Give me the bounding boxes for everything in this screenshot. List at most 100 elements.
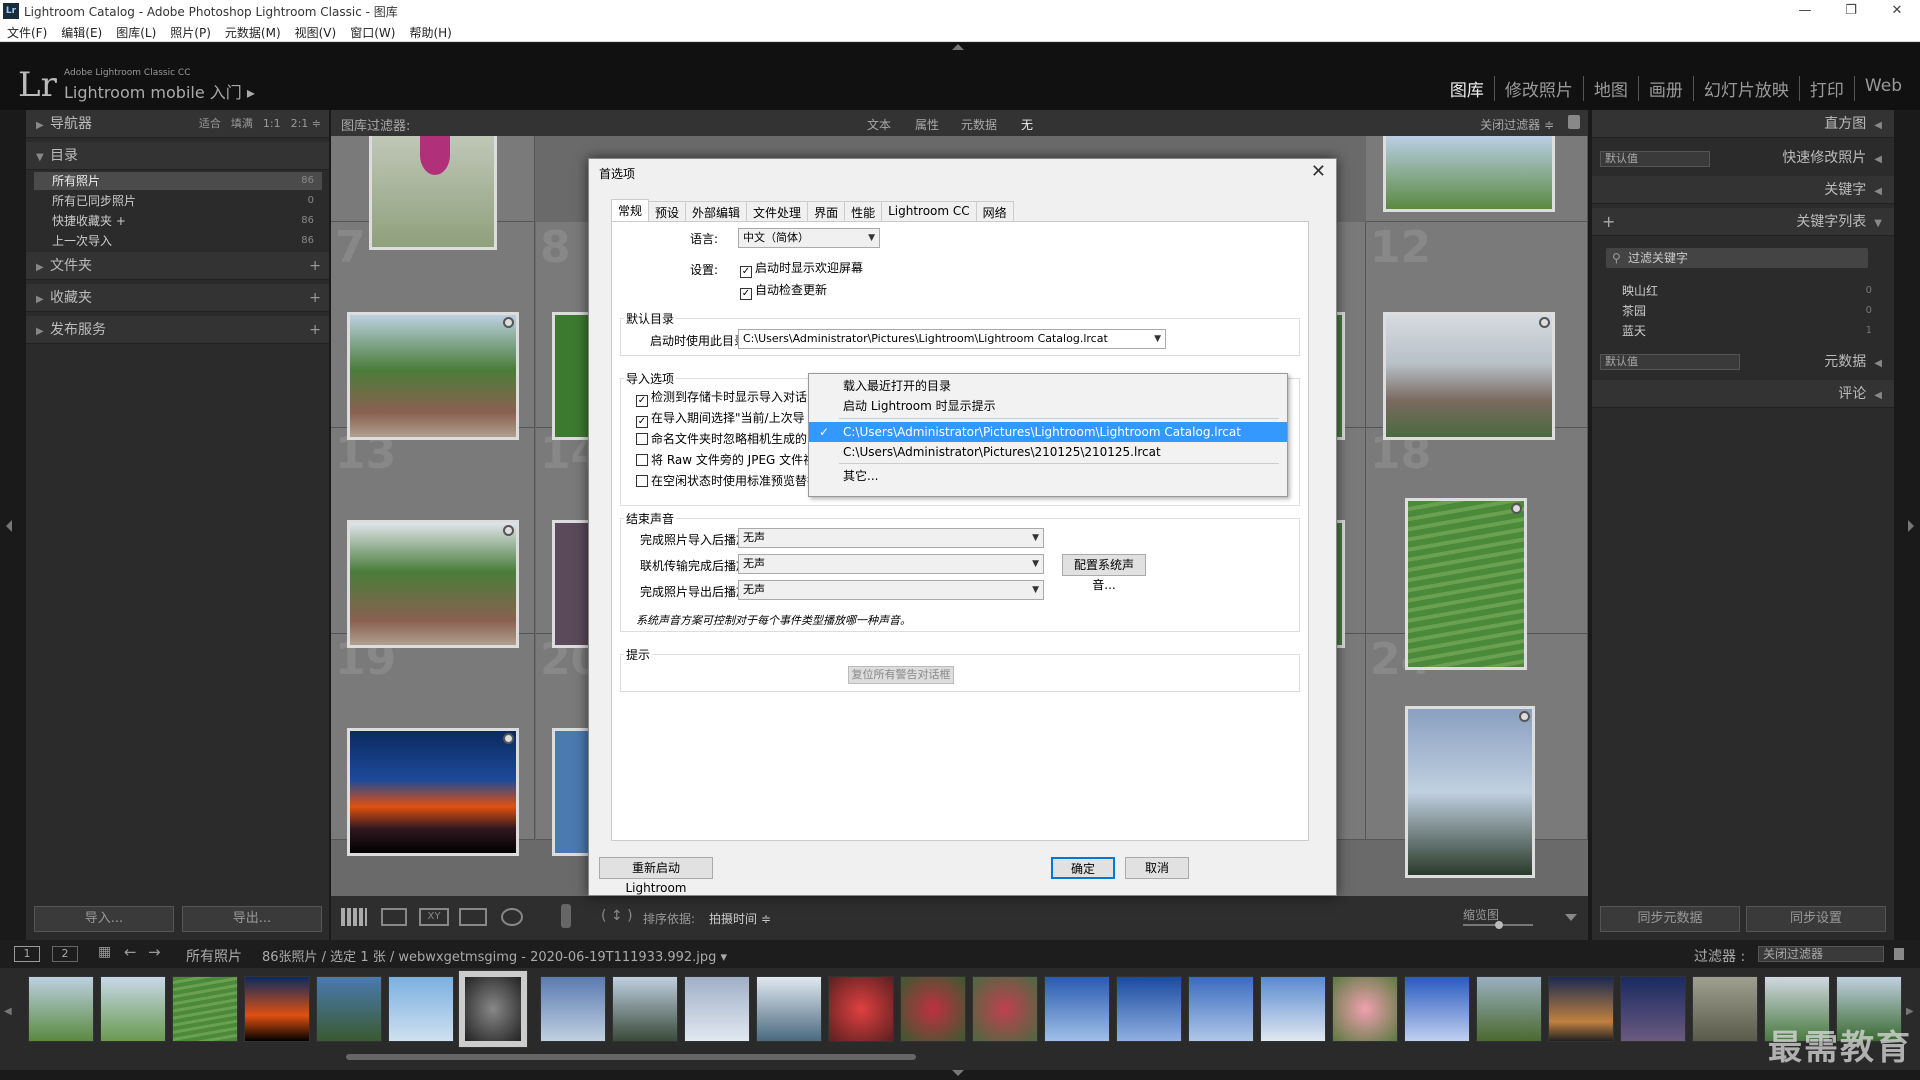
tether-sound-select[interactable]: 无声 ▼ bbox=[738, 554, 1044, 574]
sync-settings-button[interactable]: 同步设置 bbox=[1746, 906, 1886, 932]
reset-warnings-button[interactable]: 复位所有警告对话框 bbox=[848, 666, 954, 684]
catalog-header[interactable]: ▼ 目录 bbox=[26, 142, 329, 170]
filmstrip-thumbnail[interactable] bbox=[1692, 976, 1758, 1042]
menu-library[interactable]: 图库(L) bbox=[109, 22, 163, 43]
filmstrip-thumbnail[interactable] bbox=[972, 976, 1038, 1042]
filmstrip-thumbnail[interactable] bbox=[1404, 976, 1470, 1042]
thumbnail-size-slider[interactable] bbox=[1463, 921, 1533, 929]
photo-thumbnail[interactable] bbox=[347, 312, 519, 440]
keywording-header[interactable]: 关键字 ◀ bbox=[1592, 176, 1894, 204]
module-web[interactable]: Web bbox=[1855, 76, 1912, 101]
nav-1to1[interactable]: 1:1 bbox=[263, 117, 281, 130]
menu-metadata[interactable]: 元数据(M) bbox=[218, 22, 288, 43]
dropdown-prompt-on-start[interactable]: 启动 Lightroom 时显示提示 bbox=[809, 396, 1287, 416]
lock-icon[interactable] bbox=[1568, 115, 1580, 129]
painter-icon[interactable] bbox=[561, 904, 571, 928]
filmstrip-thumbnail[interactable] bbox=[100, 976, 166, 1042]
filmstrip-thumbnail[interactable] bbox=[684, 976, 750, 1042]
toolbar-menu-icon[interactable] bbox=[1565, 914, 1577, 921]
filter-text-tab[interactable]: 文本 bbox=[867, 116, 891, 133]
filter-metadata-tab[interactable]: 元数据 bbox=[961, 116, 997, 133]
import-sound-select[interactable]: 无声 ▼ bbox=[738, 528, 1044, 548]
configure-sounds-button[interactable]: 配置系统声音... bbox=[1062, 554, 1146, 592]
dropdown-catalog-option[interactable]: C:\Users\Administrator\Pictures\210125\2… bbox=[809, 442, 1287, 462]
filmstrip-thumbnail[interactable] bbox=[612, 976, 678, 1042]
quick-develop-preset-select[interactable]: 默认值 bbox=[1600, 151, 1710, 167]
metadata-header[interactable]: 元数据 ◀ bbox=[1742, 348, 1894, 376]
filmstrip-right-arrow-icon[interactable]: ▶ bbox=[1906, 1006, 1914, 1017]
tab-network[interactable]: 网络 bbox=[975, 201, 1014, 221]
sync-metadata-button[interactable]: 同步元数据 bbox=[1600, 906, 1740, 932]
filter-presets-select[interactable]: 关闭过滤器 ≑ bbox=[1480, 116, 1554, 133]
tab-file-handling[interactable]: 文件处理 bbox=[746, 201, 809, 221]
filmstrip-thumbnail[interactable] bbox=[1332, 976, 1398, 1042]
catalog-previous-import[interactable]: 上一次导入 86 bbox=[34, 232, 322, 250]
loupe-view-icon[interactable] bbox=[381, 908, 407, 926]
ignore-camera-folder-names-checkbox[interactable]: 命名文件夹时忽略相机生成的 bbox=[636, 432, 807, 446]
import-button[interactable]: 导入... bbox=[34, 906, 174, 932]
quick-develop-header[interactable]: 快速修改照片 ◀ bbox=[1722, 144, 1894, 172]
nav-fill[interactable]: 填满 bbox=[231, 117, 253, 130]
filmstrip-thumbnail[interactable] bbox=[828, 976, 894, 1042]
dropdown-load-recent[interactable]: 载入最近打开的目录 bbox=[809, 376, 1287, 396]
filter-none-tab[interactable]: 无 bbox=[1021, 116, 1033, 133]
filmstrip-thumbnail[interactable] bbox=[316, 976, 382, 1042]
language-select[interactable]: 中文（简体） ▼ bbox=[738, 228, 880, 248]
filmstrip-thumbnail[interactable] bbox=[1548, 976, 1614, 1042]
auto-update-checkbox[interactable]: ✓ 自动检查更新 bbox=[740, 283, 827, 300]
ok-button[interactable]: 确定 bbox=[1051, 857, 1115, 879]
filter-keywords-input[interactable]: ⚲ 过滤关键字 bbox=[1606, 248, 1868, 268]
filmstrip-left-arrow-icon[interactable]: ◀ bbox=[4, 1006, 12, 1017]
add-publish-icon[interactable]: + bbox=[309, 316, 321, 344]
select-current-import-checkbox[interactable]: ✓ 在导入期间选择"当前/上次导 bbox=[636, 411, 805, 428]
tab-presets[interactable]: 预设 bbox=[648, 201, 687, 221]
menu-file[interactable]: 文件(F) bbox=[0, 22, 54, 43]
dialog-close-icon[interactable]: ✕ bbox=[1311, 161, 1326, 182]
dropdown-other[interactable]: 其它... bbox=[809, 466, 1287, 486]
nav-fit[interactable]: 适合 bbox=[199, 117, 221, 130]
maximize-button[interactable]: ❐ bbox=[1828, 0, 1874, 22]
folders-header[interactable]: ▶ 文件夹 + bbox=[26, 252, 329, 280]
keyword-item[interactable]: 茶园 0 bbox=[1622, 302, 1882, 320]
photo-thumbnail[interactable] bbox=[1405, 498, 1527, 670]
nav-2to1[interactable]: 2:1 ≑ bbox=[291, 117, 321, 130]
menu-photo[interactable]: 照片(P) bbox=[163, 22, 218, 43]
tab-performance[interactable]: 性能 bbox=[844, 201, 883, 221]
compare-view-icon[interactable]: XY bbox=[419, 908, 449, 926]
back-arrow-icon[interactable]: ← bbox=[124, 943, 137, 961]
metadata-preset-select[interactable]: 默认值 bbox=[1600, 354, 1740, 370]
keyword-list-header[interactable]: + 关键字列表 ▼ bbox=[1592, 208, 1894, 236]
module-print[interactable]: 打印 bbox=[1800, 76, 1855, 101]
filmstrip-thumbnail[interactable] bbox=[1044, 976, 1110, 1042]
add-folder-icon[interactable]: + bbox=[309, 252, 321, 280]
collections-header[interactable]: ▶ 收藏夹 + bbox=[26, 284, 329, 312]
export-sound-select[interactable]: 无声 ▼ bbox=[738, 580, 1044, 600]
filmstrip-thumbnail[interactable] bbox=[1476, 976, 1542, 1042]
catalog-all-photos[interactable]: 所有照片 86 bbox=[34, 172, 322, 190]
module-book[interactable]: 画册 bbox=[1639, 76, 1694, 101]
filmstrip-thumbnail[interactable] bbox=[1620, 976, 1686, 1042]
filmstrip-thumbnail[interactable] bbox=[244, 976, 310, 1042]
photo-thumbnail[interactable] bbox=[552, 520, 592, 648]
filmstrip-thumbnail[interactable] bbox=[900, 976, 966, 1042]
grid-icon[interactable]: ▦ bbox=[98, 944, 111, 960]
menu-help[interactable]: 帮助(H) bbox=[402, 22, 458, 43]
survey-view-icon[interactable] bbox=[459, 908, 487, 926]
photo-thumbnail[interactable] bbox=[369, 136, 497, 250]
menu-edit[interactable]: 编辑(E) bbox=[54, 22, 109, 43]
photo-thumbnail[interactable] bbox=[347, 520, 519, 648]
restart-lightroom-button[interactable]: 重新启动 Lightroom bbox=[599, 857, 713, 895]
filmstrip-thumbnail[interactable] bbox=[1188, 976, 1254, 1042]
filter-attribute-tab[interactable]: 属性 bbox=[915, 116, 939, 133]
photo-thumbnail[interactable] bbox=[552, 312, 592, 440]
module-map[interactable]: 地图 bbox=[1584, 76, 1639, 101]
dropdown-catalog-option[interactable]: ✓ C:\Users\Administrator\Pictures\Lightro… bbox=[809, 422, 1287, 442]
people-view-icon[interactable] bbox=[501, 908, 523, 926]
tab-external-editing[interactable]: 外部编辑 bbox=[685, 201, 748, 221]
keyword-item[interactable]: 蓝天 1 bbox=[1622, 322, 1882, 340]
close-window-button[interactable]: ✕ bbox=[1874, 0, 1920, 22]
primary-window-button[interactable]: 1 bbox=[14, 946, 40, 962]
filmstrip-thumbnail[interactable] bbox=[28, 976, 94, 1042]
left-panel-toggle-icon[interactable] bbox=[6, 520, 12, 532]
photo-thumbnail[interactable] bbox=[1383, 136, 1555, 212]
